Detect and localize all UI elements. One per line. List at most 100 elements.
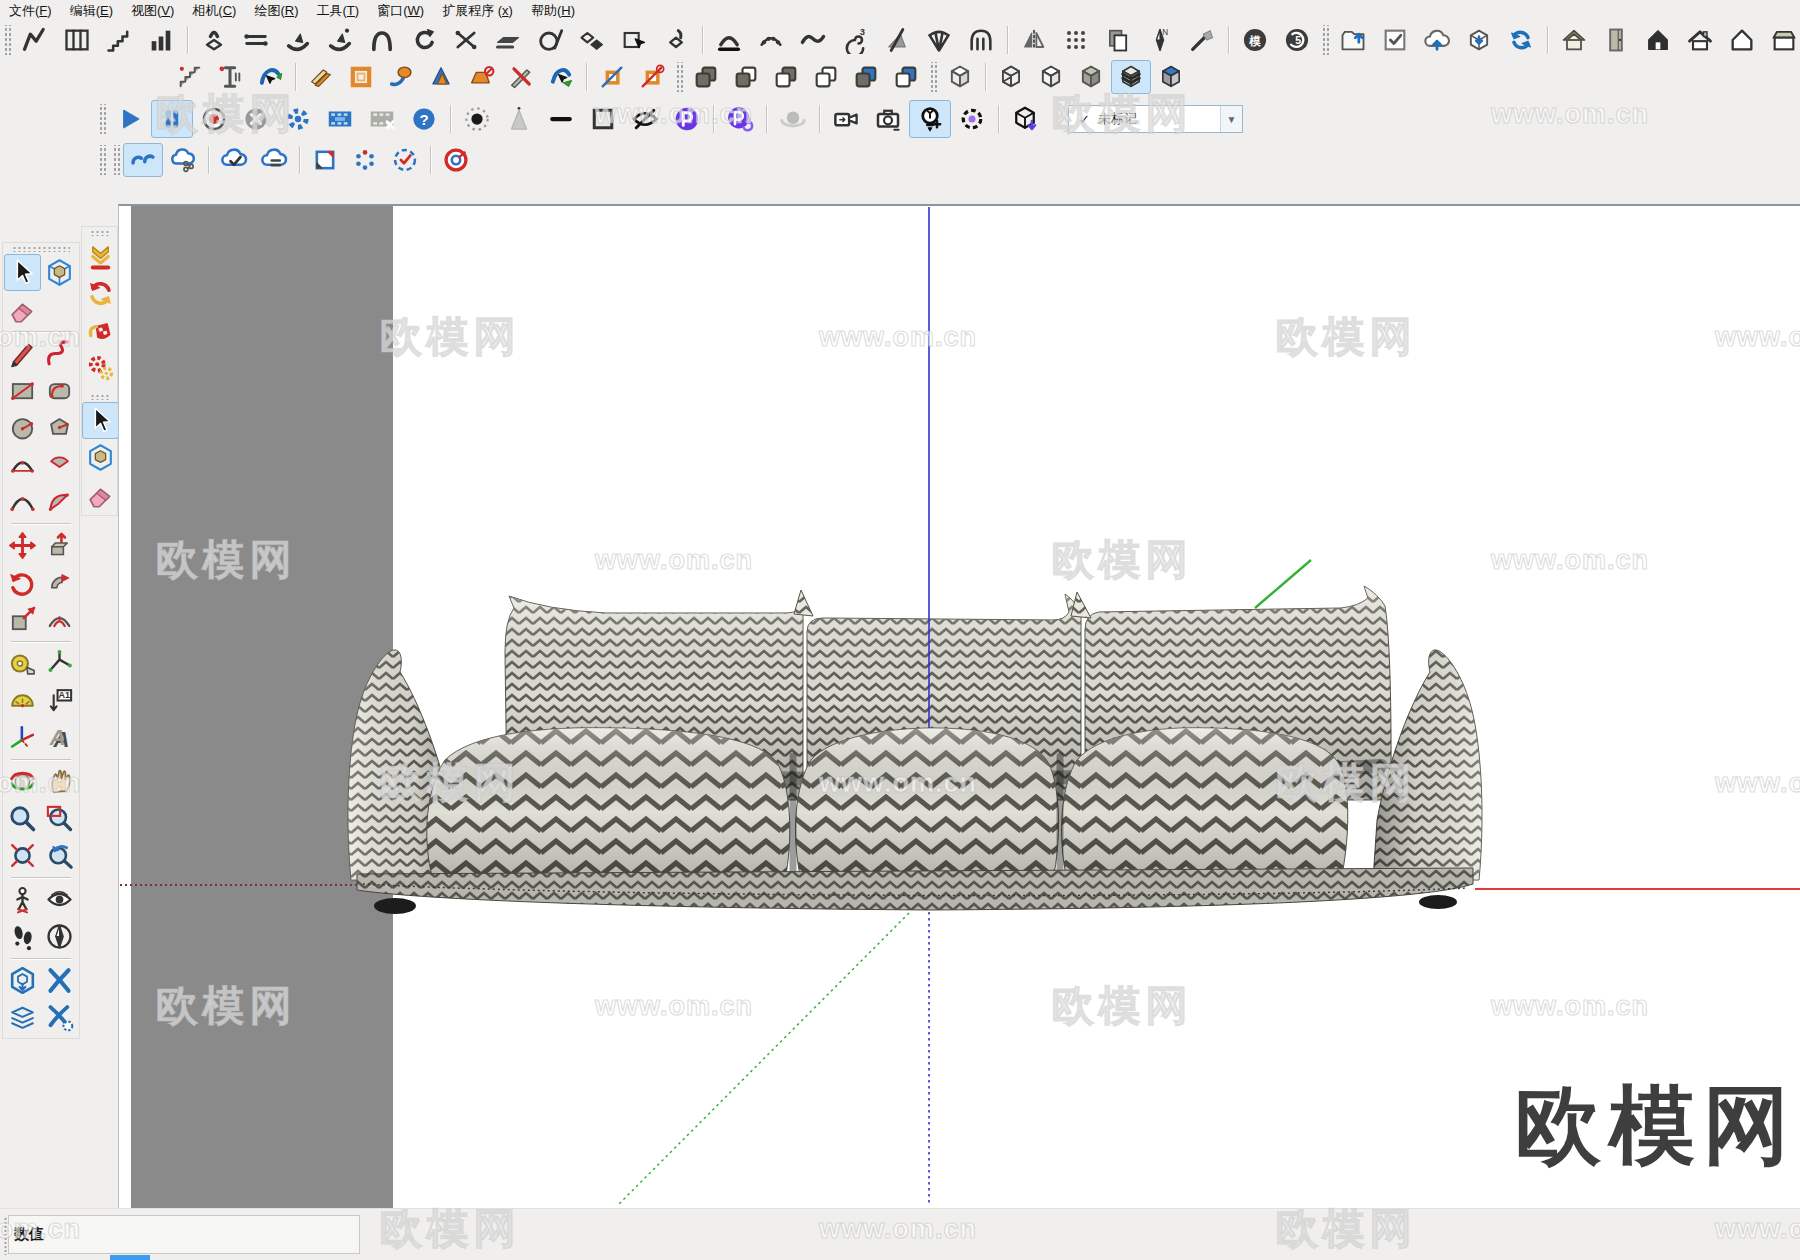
wedgeorange-button[interactable]	[301, 60, 341, 94]
cubepair6-button[interactable]	[886, 60, 926, 94]
badgemo-button[interactable]: 模	[1234, 24, 1276, 56]
menu-item-8[interactable]: 帮助(H)	[522, 0, 584, 21]
pause-button[interactable]	[151, 100, 193, 138]
badge5-button[interactable]: 5	[1276, 24, 1318, 56]
cubewhite-button[interactable]	[940, 60, 980, 94]
lookaround-button[interactable]	[41, 881, 78, 918]
circlepen-button[interactable]	[529, 24, 571, 56]
zoomext-button[interactable]	[4, 837, 41, 874]
followme-button[interactable]	[41, 564, 78, 601]
play-button[interactable]	[109, 100, 151, 138]
camcorder-button[interactable]	[825, 100, 867, 138]
cutdots-button[interactable]	[445, 24, 487, 56]
clockcheck-button[interactable]	[385, 143, 425, 177]
pie2-button[interactable]	[41, 483, 78, 520]
toolbar-grip[interactable]	[1321, 25, 1329, 55]
cloudup-button[interactable]	[1416, 24, 1458, 56]
focusdot-button[interactable]	[456, 100, 498, 138]
stairs-button[interactable]	[98, 24, 140, 56]
cubepair5-button[interactable]	[846, 60, 886, 94]
stripcomponent-button[interactable]	[82, 439, 119, 476]
trapdel-button[interactable]	[461, 60, 501, 94]
tapetool-button[interactable]	[4, 645, 41, 682]
ppurplesync-button[interactable]	[719, 100, 761, 138]
frameorange-button[interactable]	[341, 60, 381, 94]
poscam-button[interactable]	[4, 881, 41, 918]
spacing-button[interactable]	[235, 24, 277, 56]
scurvegreen-button[interactable]	[541, 60, 581, 94]
bluelayers-button[interactable]	[4, 999, 41, 1036]
curvearrow2-button[interactable]	[319, 24, 361, 56]
text3d-button[interactable]: AA	[41, 719, 78, 756]
houseattic-button[interactable]	[1679, 24, 1721, 56]
geardot-button[interactable]	[951, 100, 993, 138]
boxcursor-button[interactable]	[613, 24, 655, 56]
toolbar-grip[interactable]	[675, 62, 683, 92]
walktool-button[interactable]	[4, 918, 41, 955]
looparrow-button[interactable]	[403, 24, 445, 56]
flipblue-button[interactable]	[250, 60, 290, 94]
record-button[interactable]	[193, 100, 235, 138]
toolbar-grip[interactable]	[929, 62, 937, 92]
bulbplus-button[interactable]	[909, 100, 951, 138]
columns-button[interactable]	[56, 24, 98, 56]
beadcurve-button[interactable]	[750, 24, 792, 56]
striperaser-button[interactable]	[82, 476, 119, 513]
stopx-button[interactable]	[235, 100, 277, 138]
circletool-button[interactable]	[4, 409, 41, 446]
housegreen-button[interactable]	[1553, 24, 1595, 56]
gearblue-button[interactable]	[277, 100, 319, 138]
squareoutline-button[interactable]	[582, 100, 624, 138]
recttool-button[interactable]	[4, 372, 41, 409]
mirrortri-button[interactable]	[1013, 24, 1055, 56]
drag-handle[interactable]	[90, 230, 109, 236]
menu-item-1[interactable]: 编辑(E)	[61, 0, 122, 21]
homesolid-button[interactable]	[1637, 24, 1679, 56]
menu-item-0[interactable]: 文件(F)	[0, 0, 61, 21]
beamdot-button[interactable]	[210, 60, 250, 94]
menu-item-3[interactable]: 相机(C)	[183, 0, 245, 21]
stripcursor-button[interactable]	[82, 402, 119, 439]
cubebluegray-button[interactable]	[1151, 60, 1191, 94]
dotsring-button[interactable]	[345, 143, 385, 177]
houseoutline-button[interactable]	[1721, 24, 1763, 56]
toolbar-grip[interactable]	[98, 104, 106, 134]
rollorange-button[interactable]	[381, 60, 421, 94]
archbase-button[interactable]	[708, 24, 750, 56]
pietool-button[interactable]	[41, 446, 78, 483]
sqblue-button[interactable]	[592, 60, 632, 94]
compasstool-button[interactable]	[41, 918, 78, 955]
rake-button[interactable]	[918, 24, 960, 56]
susync-button[interactable]	[82, 275, 119, 312]
cubepair4-button[interactable]	[806, 60, 846, 94]
rectround-button[interactable]	[41, 372, 78, 409]
protractor-button[interactable]	[4, 682, 41, 719]
pencilred-button[interactable]	[4, 335, 41, 372]
flagpen-button[interactable]	[876, 24, 918, 56]
cabinet-button[interactable]	[1595, 24, 1637, 56]
pantool-button[interactable]	[41, 763, 78, 800]
handdiamond-button[interactable]	[655, 24, 697, 56]
componentbox-button[interactable]	[41, 254, 78, 291]
boxdown-button[interactable]	[1458, 24, 1500, 56]
dashblack-button[interactable]	[540, 100, 582, 138]
prevview-button[interactable]	[41, 837, 78, 874]
bluehex-button[interactable]	[4, 962, 41, 999]
broom-button[interactable]	[1181, 24, 1223, 56]
menu-item-7[interactable]: 扩展程序 (x)	[433, 0, 522, 21]
cubewire-button[interactable]	[991, 60, 1031, 94]
camera-button[interactable]	[867, 100, 909, 138]
spiral3-button[interactable]: 3	[834, 24, 876, 56]
arch-button[interactable]	[361, 24, 403, 56]
arc2-button[interactable]	[4, 483, 41, 520]
freehand-button[interactable]	[41, 335, 78, 372]
tag-filter-dropdown[interactable]: ✓未标记▼	[1068, 105, 1243, 133]
cubegray-button[interactable]	[1071, 60, 1111, 94]
compassneedle-button[interactable]: N	[1139, 24, 1181, 56]
drag-handle[interactable]	[12, 246, 70, 252]
axestool-button[interactable]	[4, 719, 41, 756]
menu-item-5[interactable]: 工具(T)	[308, 0, 369, 21]
syncblue-button[interactable]	[1500, 24, 1542, 56]
cloudcheck-button[interactable]	[214, 143, 254, 177]
houseflat-button[interactable]	[1763, 24, 1800, 56]
